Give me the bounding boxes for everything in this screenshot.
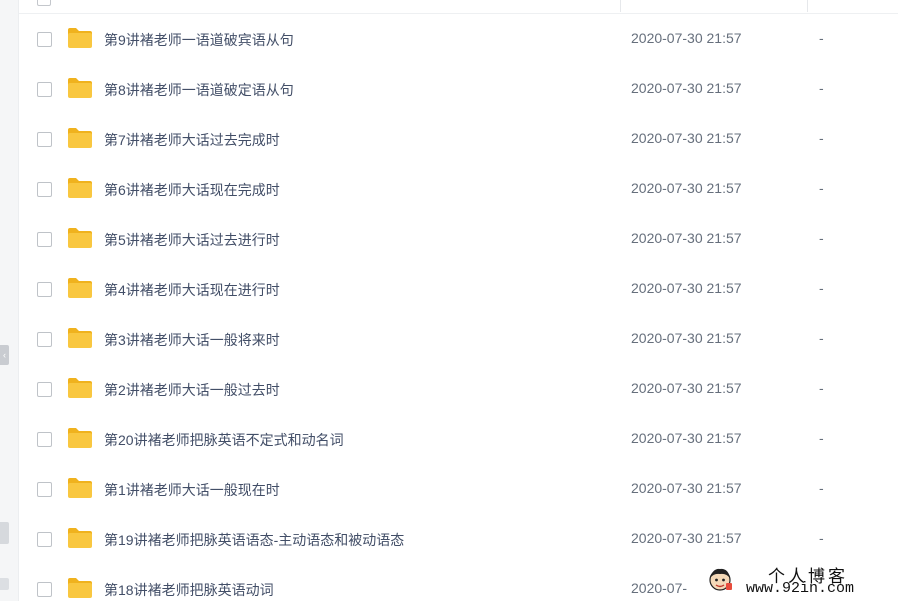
file-row[interactable]: 第3讲褚老师大话一般将来时 2020-07-30 21:57 - <box>19 314 898 364</box>
checkbox-icon[interactable] <box>37 132 52 147</box>
file-size: - <box>819 180 824 196</box>
file-list: 第9讲褚老师一语道破宾语从句 2020-07-30 21:57- 第8讲褚老师一语道… <box>19 14 898 601</box>
file-size: - <box>819 380 824 396</box>
file-row[interactable]: 第19讲褚老师把脉英语语态-主动语态和被动语态 2020-07-30 21:57 - <box>19 514 898 564</box>
chevron-left-icon: ‹ <box>3 350 6 360</box>
folder-icon[interactable] <box>67 577 93 599</box>
file-name[interactable]: 第7讲褚老师大话过去完成时 <box>104 130 280 150</box>
modified-time: 2020-07-30 21:57 <box>631 530 742 546</box>
modified-time: 2020-07-30 21:57 <box>631 480 742 496</box>
file-size: - <box>819 430 824 446</box>
file-size: - <box>819 330 824 346</box>
file-row[interactable]: 第9讲褚老师一语道破宾语从句 2020-07-30 21:57 - <box>19 14 898 64</box>
folder-icon[interactable] <box>67 327 93 349</box>
file-name[interactable]: 第18讲褚老师把脉英语动词 <box>104 580 274 600</box>
folder-icon[interactable] <box>67 277 93 299</box>
modified-time: 2020-07-30 21:57 <box>631 380 742 396</box>
modified-time: 2020-07-30 21:57 <box>631 430 742 446</box>
file-row[interactable]: 第20讲褚老师把脉英语不定式和动名词 2020-07-30 21:57 - <box>19 414 898 464</box>
checkbox-icon[interactable] <box>37 382 52 397</box>
sidebar-scroll-tab[interactable] <box>0 522 9 544</box>
file-row[interactable]: 第4讲褚老师大话现在进行时 2020-07-30 21:57 - <box>19 264 898 314</box>
checkbox-icon[interactable] <box>37 432 52 447</box>
modified-time: 2020-07-30 21:57 <box>631 180 742 196</box>
folder-icon[interactable] <box>67 227 93 249</box>
file-name[interactable]: 第8讲褚老师一语道破定语从句 <box>104 80 294 100</box>
modified-time: 2020-07-30 21:57 <box>631 30 742 46</box>
select-all-checkbox[interactable] <box>37 0 51 6</box>
modified-time: 2020-07- <box>631 580 688 596</box>
file-name[interactable]: 第20讲褚老师把脉英语不定式和动名词 <box>104 430 344 450</box>
file-name[interactable]: 第4讲褚老师大话现在进行时 <box>104 280 280 300</box>
file-row[interactable]: 第5讲褚老师大话过去进行时 2020-07-30 21:57 - <box>19 214 898 264</box>
file-row[interactable]: 第2讲褚老师大话一般过去时 2020-07-30 21:57 - <box>19 364 898 414</box>
watermark-url: www.92in.com <box>746 580 855 597</box>
left-sidebar-rail: ‹ <box>0 0 19 601</box>
folder-icon[interactable] <box>67 427 93 449</box>
folder-icon[interactable] <box>67 377 93 399</box>
file-list-header <box>19 0 898 14</box>
file-name[interactable]: 第9讲褚老师一语道破宾语从句 <box>104 30 294 50</box>
sidebar-scroll-tab-lower[interactable] <box>0 578 9 590</box>
checkbox-icon[interactable] <box>37 82 52 97</box>
checkbox-icon[interactable] <box>37 582 52 597</box>
checkbox-icon[interactable] <box>37 482 52 497</box>
file-row[interactable]: 第7讲褚老师大话过去完成时 2020-07-30 21:57 - <box>19 114 898 164</box>
modified-time: 2020-07-30 21:57 <box>631 280 742 296</box>
file-name[interactable]: 第19讲褚老师把脉英语语态-主动语态和被动语态 <box>104 530 404 550</box>
file-size: - <box>819 280 824 296</box>
checkbox-icon[interactable] <box>37 532 52 547</box>
file-size: - <box>819 130 824 146</box>
file-row[interactable]: 第8讲褚老师一语道破定语从句 2020-07-30 21:57 - <box>19 64 898 114</box>
modified-time: 2020-07-30 21:57 <box>631 230 742 246</box>
checkbox-icon[interactable] <box>37 332 52 347</box>
file-name[interactable]: 第2讲褚老师大话一般过去时 <box>104 380 280 400</box>
folder-icon[interactable] <box>67 127 93 149</box>
file-row[interactable]: 第1讲褚老师大话一般现在时 2020-07-30 21:57 - <box>19 464 898 514</box>
file-manager-page: ‹ 第9讲褚老师一语道破宾语从句 2020-07-30 21:57- 第8讲褚老师一… <box>0 0 898 601</box>
folder-icon[interactable] <box>67 27 93 49</box>
file-name[interactable]: 第5讲褚老师大话过去进行时 <box>104 230 280 250</box>
checkbox-icon[interactable] <box>37 32 52 47</box>
checkbox-icon[interactable] <box>37 232 52 247</box>
folder-icon[interactable] <box>67 477 93 499</box>
modified-time: 2020-07-30 21:57 <box>631 80 742 96</box>
watermark-logo: 个人博客 www.92in.com <box>706 562 892 598</box>
folder-icon[interactable] <box>67 77 93 99</box>
file-size: - <box>819 530 824 546</box>
modified-time: 2020-07-30 21:57 <box>631 330 742 346</box>
file-row[interactable]: 第6讲褚老师大话现在完成时 2020-07-30 21:57 - <box>19 164 898 214</box>
file-name[interactable]: 第3讲褚老师大话一般将来时 <box>104 330 280 350</box>
column-divider[interactable] <box>620 0 621 12</box>
file-name[interactable]: 第6讲褚老师大话现在完成时 <box>104 180 280 200</box>
file-size: - <box>819 30 824 46</box>
file-name[interactable]: 第1讲褚老师大话一般现在时 <box>104 480 280 500</box>
checkbox-icon[interactable] <box>37 282 52 297</box>
folder-icon[interactable] <box>67 527 93 549</box>
folder-icon[interactable] <box>67 177 93 199</box>
file-size: - <box>819 230 824 246</box>
modified-time: 2020-07-30 21:57 <box>631 130 742 146</box>
checkbox-icon[interactable] <box>37 182 52 197</box>
column-divider[interactable] <box>807 0 808 12</box>
file-size: - <box>819 480 824 496</box>
file-size: - <box>819 80 824 96</box>
cartoon-avatar-icon <box>709 568 732 591</box>
